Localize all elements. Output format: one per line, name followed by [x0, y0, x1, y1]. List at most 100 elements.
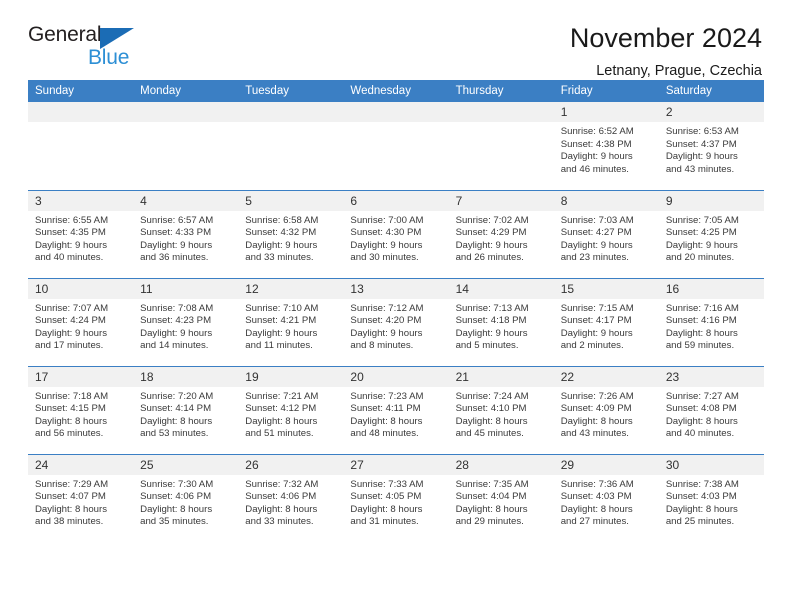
calendar-day-cell[interactable]: 30 Sunrise: 7:38 AM Sunset: 4:03 PM Dayligh…	[658, 453, 764, 542]
day-daylight-text: Daylight: 8 hours	[350, 503, 423, 515]
day-number	[448, 102, 554, 122]
day-number: 7	[448, 190, 554, 211]
day-sunrise-text: Sunrise: 7:29 AM	[35, 478, 109, 490]
day-daylight-text: and 38 minutes.	[35, 516, 104, 528]
day-sunrise-text: Sunrise: 7:21 AM	[245, 390, 319, 402]
day-number: 12	[238, 278, 344, 299]
calendar-day-cell[interactable]: 4 Sunrise: 6:57 AM Sunset: 4:33 PM Daylight…	[133, 189, 239, 278]
day-number: 16	[658, 278, 764, 299]
day-sun-info: Sunrise: 7:07 AM Sunset: 4:24 PM Daylight:…	[28, 299, 133, 353]
day-sunset-text: Sunset: 4:11 PM	[350, 403, 421, 415]
calendar-day-cell[interactable]: 18 Sunrise: 7:20 AM Sunset: 4:14 PM Dayligh…	[133, 365, 239, 454]
day-number	[28, 102, 134, 122]
calendar-day-cell[interactable]: 2 Sunrise: 6:53 AM Sunset: 4:37 PM Daylight…	[658, 102, 764, 190]
calendar-day-cell[interactable]: 26 Sunrise: 7:32 AM Sunset: 4:06 PM Dayligh…	[238, 453, 344, 542]
day-daylight-text: and 20 minutes.	[665, 252, 735, 264]
calendar-day-cell[interactable]: 25 Sunrise: 7:30 AM Sunset: 4:06 PM Dayligh…	[133, 453, 239, 542]
day-sunset-text: Sunset: 4:18 PM	[455, 315, 527, 327]
day-sunrise-text: Sunrise: 7:12 AM	[350, 302, 424, 314]
calendar-day-cell[interactable]: 17 Sunrise: 7:18 AM Sunset: 4:15 PM Dayligh…	[28, 365, 134, 454]
day-daylight-text: Daylight: 8 hours	[35, 503, 107, 515]
brand-logo[interactable]: General Blue	[28, 22, 148, 74]
weekday-header-saturday: Saturday	[658, 80, 764, 102]
day-sun-info: Sunrise: 7:10 AM Sunset: 4:21 PM Daylight:…	[238, 299, 343, 353]
calendar-day-cell[interactable]: 10 Sunrise: 7:07 AM Sunset: 4:24 PM Dayligh…	[28, 277, 134, 366]
day-daylight-text: and 30 minutes.	[350, 252, 419, 264]
day-sun-info: Sunrise: 7:08 AM Sunset: 4:23 PM Daylight:…	[133, 299, 238, 353]
day-number: 25	[133, 454, 239, 475]
calendar-day-cell[interactable]: 22 Sunrise: 7:26 AM Sunset: 4:09 PM Dayligh…	[553, 365, 659, 454]
calendar-day-cell[interactable]: 11 Sunrise: 7:08 AM Sunset: 4:23 PM Dayligh…	[133, 277, 239, 366]
calendar-day-cell[interactable]: 8 Sunrise: 7:03 AM Sunset: 4:27 PM Daylight…	[553, 189, 659, 278]
day-daylight-text: Daylight: 8 hours	[665, 327, 738, 339]
calendar-day-cell[interactable]: 13 Sunrise: 7:12 AM Sunset: 4:20 PM Dayligh…	[343, 277, 449, 366]
calendar-day-cell[interactable]: 24 Sunrise: 7:29 AM Sunset: 4:07 PM Dayligh…	[28, 453, 134, 542]
day-daylight-text: Daylight: 9 hours	[560, 151, 633, 163]
day-number: 28	[448, 454, 554, 475]
day-sunrise-text: Sunrise: 7:24 AM	[455, 390, 529, 402]
calendar-day-cell[interactable]: 12 Sunrise: 7:10 AM Sunset: 4:21 PM Dayligh…	[238, 277, 344, 366]
day-sun-info: Sunrise: 7:24 AM Sunset: 4:10 PM Daylight:…	[449, 387, 554, 441]
calendar-day-cell[interactable]: 27 Sunrise: 7:33 AM Sunset: 4:05 PM Dayligh…	[343, 453, 449, 542]
day-sun-info: Sunrise: 7:35 AM Sunset: 4:04 PM Daylight:…	[449, 475, 554, 529]
day-sunset-text: Sunset: 4:15 PM	[35, 403, 106, 415]
day-sun-info: Sunrise: 7:02 AM Sunset: 4:29 PM Daylight:…	[449, 211, 554, 265]
page-header: General Blue November 2024 Letnany, Prag…	[28, 0, 764, 79]
day-sun-info: Sunrise: 7:05 AM Sunset: 4:25 PM Daylight:…	[659, 211, 764, 265]
day-sunrise-text: Sunrise: 7:30 AM	[140, 478, 214, 490]
calendar-day-cell[interactable]: 7 Sunrise: 7:02 AM Sunset: 4:29 PM Daylight…	[448, 189, 554, 278]
day-daylight-text: and 17 minutes.	[35, 340, 104, 352]
day-sun-info: Sunrise: 6:55 AM Sunset: 4:35 PM Daylight:…	[28, 211, 133, 265]
day-sun-info: Sunrise: 7:23 AM Sunset: 4:11 PM Daylight:…	[343, 387, 448, 441]
day-sunrise-text: Sunrise: 7:38 AM	[665, 478, 739, 490]
calendar-day-cell[interactable]: 3 Sunrise: 6:55 AM Sunset: 4:35 PM Daylight…	[28, 189, 134, 278]
calendar-day-cell[interactable]: 28 Sunrise: 7:35 AM Sunset: 4:04 PM Dayligh…	[448, 453, 554, 542]
day-daylight-text: Daylight: 8 hours	[350, 415, 423, 427]
day-daylight-text: and 8 minutes.	[350, 340, 414, 352]
day-sun-info: Sunrise: 7:12 AM Sunset: 4:20 PM Daylight:…	[343, 299, 448, 353]
weekday-header-wednesday: Wednesday	[343, 80, 449, 102]
calendar-week-row: 1 Sunrise: 6:52 AM Sunset: 4:38 PM Daylight…	[28, 102, 764, 190]
calendar-day-cell[interactable]: 9 Sunrise: 7:05 AM Sunset: 4:25 PM Daylight…	[658, 189, 764, 278]
day-sunset-text: Sunset: 4:14 PM	[140, 403, 212, 415]
day-sunset-text: Sunset: 4:37 PM	[665, 138, 737, 150]
calendar-day-cell[interactable]: 21 Sunrise: 7:24 AM Sunset: 4:10 PM Dayligh…	[448, 365, 554, 454]
day-number: 18	[133, 366, 239, 387]
day-sun-info: Sunrise: 6:57 AM Sunset: 4:33 PM Daylight:…	[133, 211, 238, 265]
day-daylight-text: and 31 minutes.	[350, 516, 419, 528]
day-daylight-text: and 26 minutes.	[455, 252, 524, 264]
day-number: 19	[238, 366, 344, 387]
day-daylight-text: and 40 minutes.	[665, 428, 735, 440]
day-number: 5	[238, 190, 344, 211]
day-number: 4	[133, 190, 239, 211]
calendar-day-cell[interactable]: 15 Sunrise: 7:15 AM Sunset: 4:17 PM Dayligh…	[553, 277, 659, 366]
calendar-day-cell[interactable]: 29 Sunrise: 7:36 AM Sunset: 4:03 PM Dayligh…	[553, 453, 659, 542]
calendar-day-cell[interactable]: 1 Sunrise: 6:52 AM Sunset: 4:38 PM Daylight…	[553, 102, 659, 190]
day-sunrise-text: Sunrise: 6:53 AM	[665, 126, 739, 137]
calendar-day-cell[interactable]: 23 Sunrise: 7:27 AM Sunset: 4:08 PM Dayligh…	[658, 365, 764, 454]
day-sun-info: Sunrise: 6:58 AM Sunset: 4:32 PM Daylight:…	[238, 211, 343, 265]
calendar-day-cell[interactable]: 6 Sunrise: 7:00 AM Sunset: 4:30 PM Daylight…	[343, 189, 449, 278]
day-daylight-text: and 23 minutes.	[560, 252, 629, 264]
day-sunset-text: Sunset: 4:20 PM	[350, 315, 422, 327]
day-sunrise-text: Sunrise: 7:16 AM	[665, 302, 739, 314]
day-daylight-text: Daylight: 8 hours	[245, 503, 318, 515]
day-daylight-text: and 33 minutes.	[245, 252, 314, 264]
day-daylight-text: and 33 minutes.	[245, 516, 314, 528]
day-sun-info: Sunrise: 7:30 AM Sunset: 4:06 PM Daylight:…	[133, 475, 238, 529]
day-daylight-text: and 35 minutes.	[140, 516, 209, 528]
day-sunset-text: Sunset: 4:04 PM	[455, 491, 527, 503]
day-sunset-text: Sunset: 4:06 PM	[140, 491, 212, 503]
day-number: 29	[553, 454, 659, 475]
calendar-day-cell[interactable]: 19 Sunrise: 7:21 AM Sunset: 4:12 PM Dayligh…	[238, 365, 344, 454]
day-sunset-text: Sunset: 4:27 PM	[560, 227, 632, 239]
calendar-day-cell[interactable]: 5 Sunrise: 6:58 AM Sunset: 4:32 PM Daylight…	[238, 189, 344, 278]
calendar-day-cell[interactable]: 14 Sunrise: 7:13 AM Sunset: 4:18 PM Dayligh…	[448, 277, 554, 366]
brand-name-blue: Blue	[88, 46, 130, 69]
calendar-day-cell[interactable]: 20 Sunrise: 7:23 AM Sunset: 4:11 PM Dayligh…	[343, 365, 449, 454]
day-sunset-text: Sunset: 4:03 PM	[560, 491, 632, 503]
day-daylight-text: Daylight: 9 hours	[245, 327, 318, 339]
calendar-day-cell[interactable]: 16 Sunrise: 7:16 AM Sunset: 4:16 PM Dayligh…	[658, 277, 764, 366]
day-daylight-text: Daylight: 8 hours	[35, 415, 107, 427]
day-sun-info: Sunrise: 7:18 AM Sunset: 4:15 PM Daylight:…	[28, 387, 133, 441]
